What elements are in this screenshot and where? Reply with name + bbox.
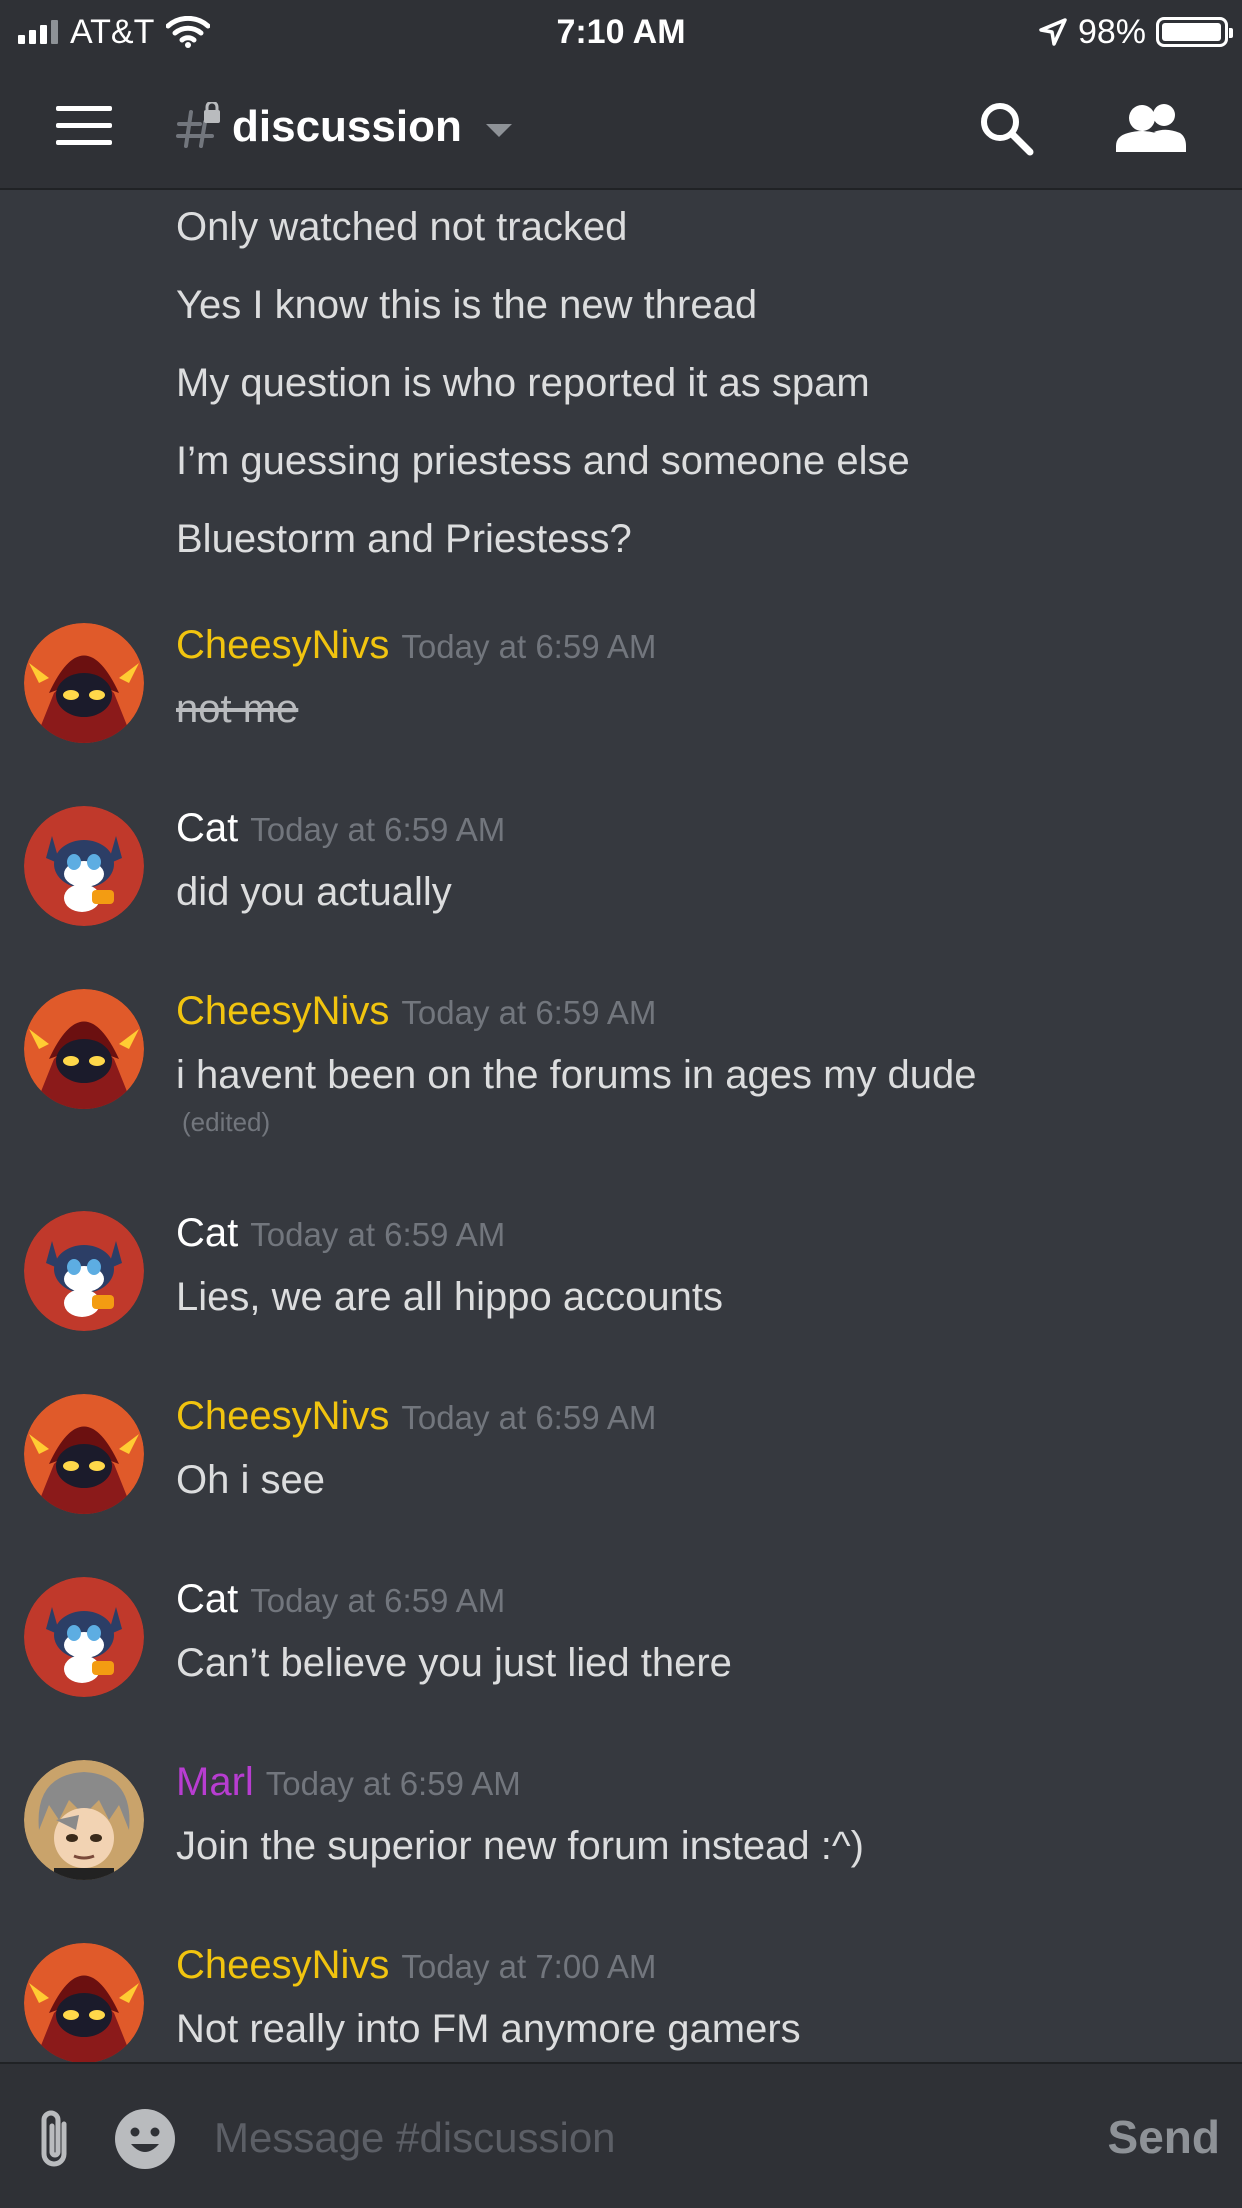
author-row: Cat Today at 6:59 AM xyxy=(176,1577,505,1622)
battery-level xyxy=(1162,23,1221,41)
paperclip-icon[interactable] xyxy=(34,2108,78,2170)
message-text: Oh i see xyxy=(176,1458,325,1502)
channel-name: discussion xyxy=(232,102,462,151)
channel-selector[interactable]: discussion xyxy=(176,98,512,156)
message-timestamp: Today at 6:59 AM xyxy=(250,811,506,848)
author-row: CheesyNivs Today at 6:59 AM xyxy=(176,1394,656,1439)
author-name[interactable]: CheesyNivs xyxy=(176,623,389,668)
author-name[interactable]: Cat xyxy=(176,1211,238,1256)
author-name[interactable]: Cat xyxy=(176,1577,238,1622)
avatar[interactable] xyxy=(24,806,144,926)
message-list[interactable]: Only watched not tracked Yes I know this… xyxy=(0,190,1242,2062)
message-input[interactable] xyxy=(214,2100,1054,2176)
message-timestamp: Today at 6:59 AM xyxy=(250,1582,506,1619)
avatar[interactable] xyxy=(24,1211,144,1331)
author-row: CheesyNivs Today at 6:59 AM xyxy=(176,623,656,668)
message-line: I’m guessing priestess and someone else xyxy=(176,439,910,483)
author-row: Marl Today at 6:59 AM xyxy=(176,1760,521,1805)
message-text: Not really into FM anymore gamers xyxy=(176,2007,801,2051)
chevron-down-icon xyxy=(485,123,512,137)
author-row: CheesyNivs Today at 7:00 AM xyxy=(176,1943,656,1988)
message-line: Yes I know this is the new thread xyxy=(176,283,758,327)
menu-icon[interactable] xyxy=(56,106,112,146)
message-text: Join the superior new forum instead :^) xyxy=(176,1824,864,1868)
author-name[interactable]: CheesyNivs xyxy=(176,989,389,1034)
message-composer: Send xyxy=(0,2062,1242,2208)
message-text: i havent been on the forums in ages my d… xyxy=(176,1053,977,1097)
avatar[interactable] xyxy=(24,1760,144,1880)
message-timestamp: Today at 6:59 AM xyxy=(401,628,657,665)
message-timestamp: Today at 7:00 AM xyxy=(401,1948,657,1985)
message-text: Lies, we are all hippo accounts xyxy=(176,1275,723,1319)
message-timestamp: Today at 6:59 AM xyxy=(401,994,657,1031)
author-row: Cat Today at 6:59 AM xyxy=(176,1211,505,1256)
message-timestamp: Today at 6:59 AM xyxy=(265,1765,521,1802)
location-arrow-icon xyxy=(1039,18,1067,46)
avatar[interactable] xyxy=(24,623,144,743)
message-line: Bluestorm and Priestess? xyxy=(176,517,632,561)
send-button[interactable]: Send xyxy=(1090,2104,1220,2170)
message-timestamp: Today at 6:59 AM xyxy=(250,1216,506,1253)
message-line: Only watched not tracked xyxy=(176,205,628,249)
avatar[interactable] xyxy=(24,1394,144,1514)
avatar[interactable] xyxy=(24,1577,144,1697)
message-text: not me xyxy=(176,687,299,731)
author-row: Cat Today at 6:59 AM xyxy=(176,806,505,851)
author-name[interactable]: CheesyNivs xyxy=(176,1394,389,1439)
message-text: Can’t believe you just lied there xyxy=(176,1641,732,1685)
author-name[interactable]: Cat xyxy=(176,806,238,851)
message-text: did you actually xyxy=(176,870,452,914)
avatar[interactable] xyxy=(24,989,144,1109)
locked-hash-icon xyxy=(176,102,220,148)
edited-label: (edited) xyxy=(182,1107,271,1137)
search-icon[interactable] xyxy=(976,98,1036,158)
message-timestamp: Today at 6:59 AM xyxy=(401,1399,657,1436)
battery-icon xyxy=(1156,17,1233,47)
avatar[interactable] xyxy=(24,1943,144,2062)
message-line: My question is who reported it as spam xyxy=(176,361,870,405)
status-bar: AT&T 7:10 AM 98% xyxy=(0,0,1242,64)
author-row: CheesyNivs Today at 6:59 AM xyxy=(176,989,656,1034)
members-icon[interactable] xyxy=(1114,100,1186,158)
emoji-icon[interactable] xyxy=(114,2108,176,2170)
channel-header: discussion xyxy=(0,64,1242,190)
author-name[interactable]: CheesyNivs xyxy=(176,1943,389,1988)
status-right: 98% xyxy=(1038,10,1233,54)
battery-percent: 98% xyxy=(1077,12,1146,51)
author-name[interactable]: Marl xyxy=(176,1760,254,1805)
